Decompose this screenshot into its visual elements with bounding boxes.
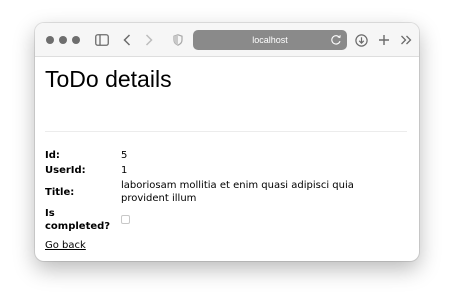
- completed-checkbox[interactable]: [121, 215, 130, 224]
- detail-row-title: Title: laboriosam mollitia et enim quasi…: [45, 178, 403, 206]
- userid-label: UserId:: [45, 165, 86, 176]
- completed-label: Is completed?: [45, 208, 111, 232]
- sidebar-toggle-icon[interactable]: [94, 32, 110, 48]
- browser-window: localhost ToDo details Id: 5 UserId: 1 T…: [35, 23, 419, 261]
- back-arrow-icon[interactable]: [119, 32, 135, 48]
- minimize-window-dot[interactable]: [59, 36, 67, 44]
- address-text: localhost: [252, 35, 288, 45]
- detail-row-id: Id: 5: [45, 148, 403, 163]
- id-value: 5: [121, 150, 128, 161]
- close-window-dot[interactable]: [46, 36, 54, 44]
- divider: [45, 131, 407, 132]
- page-content: ToDo details Id: 5 UserId: 1 Title: labo…: [35, 57, 419, 261]
- forward-arrow-icon[interactable]: [141, 32, 157, 48]
- chevron-double-right-icon[interactable]: [398, 32, 414, 48]
- address-bar[interactable]: localhost: [193, 30, 347, 50]
- userid-value: 1: [121, 165, 128, 176]
- page-title: ToDo details: [45, 66, 172, 92]
- detail-row-userid: UserId: 1: [45, 163, 403, 178]
- title-label: Title:: [45, 186, 75, 198]
- todo-details-table: Id: 5 UserId: 1 Title: laboriosam mollit…: [45, 148, 403, 234]
- zoom-window-dot[interactable]: [72, 36, 80, 44]
- reload-icon[interactable]: [329, 33, 343, 47]
- browser-toolbar: localhost: [35, 23, 419, 57]
- id-label: Id:: [45, 150, 60, 161]
- new-tab-plus-icon[interactable]: [376, 32, 392, 48]
- privacy-shield-icon[interactable]: [170, 32, 186, 48]
- download-icon[interactable]: [353, 32, 369, 48]
- go-back-link[interactable]: Go back: [45, 240, 86, 251]
- title-value: laboriosam mollitia et enim quasi adipis…: [121, 180, 354, 204]
- detail-row-completed: Is completed?: [45, 206, 403, 234]
